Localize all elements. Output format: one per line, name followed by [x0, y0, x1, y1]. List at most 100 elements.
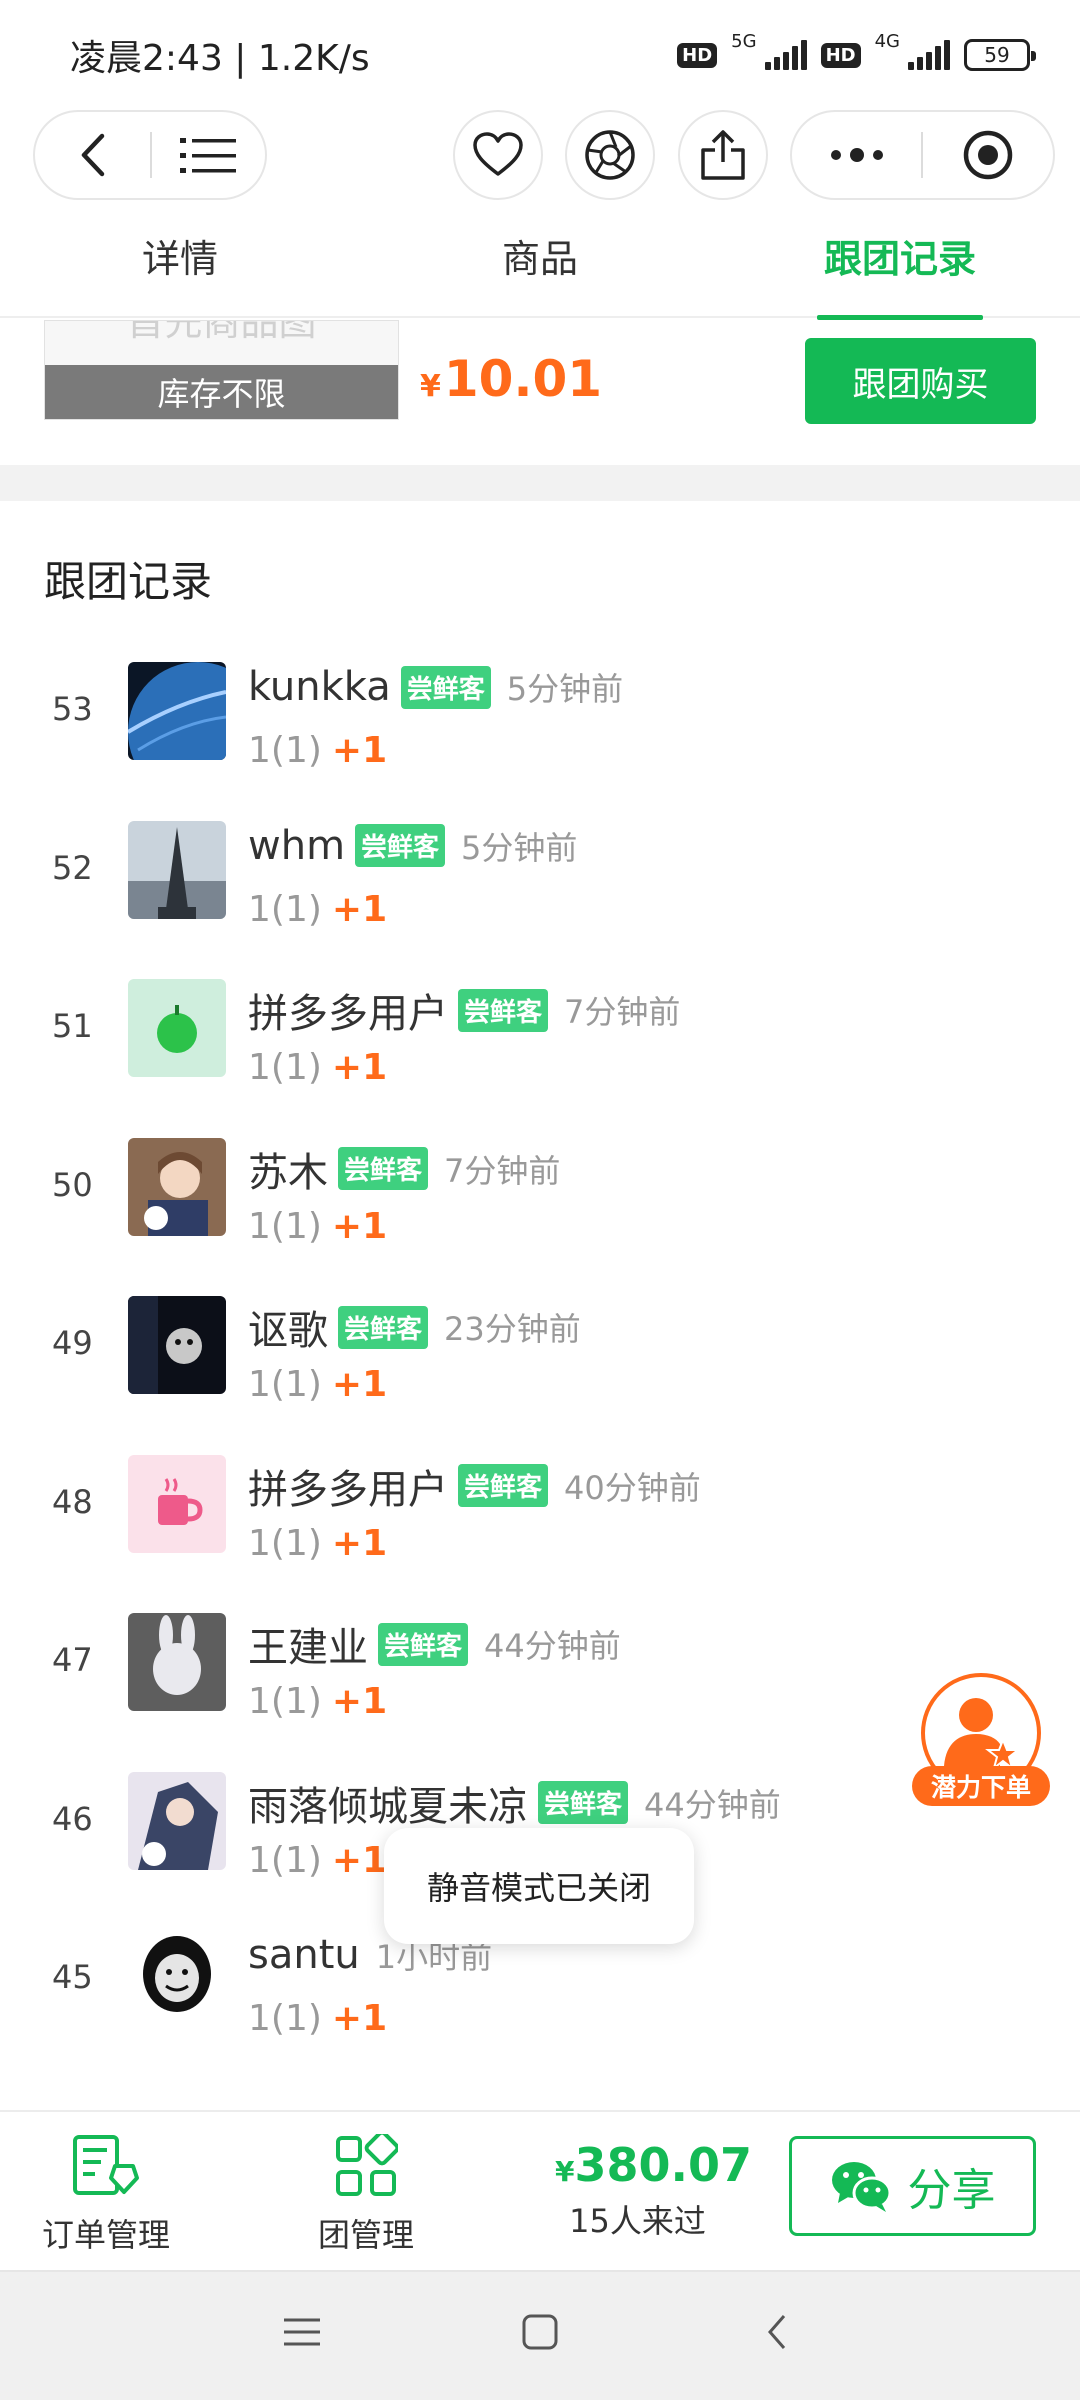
product-price: ¥10.01 [420, 350, 602, 408]
group-management-button[interactable]: 团管理 [306, 2130, 426, 2256]
total-amount: ¥380.07 [555, 2138, 752, 2192]
visitor-count: 15人来过 [569, 2202, 706, 2240]
more-button[interactable] [792, 110, 921, 200]
recent-apps-button[interactable] [282, 2312, 322, 2356]
avatar[interactable] [128, 1930, 226, 2028]
avatar[interactable] [128, 1296, 226, 1394]
status-bar: 凌晨2:43 | 1.2K/s HD 5G HD 4G 59 [0, 0, 1080, 110]
camera-button[interactable] [565, 110, 655, 200]
record-plus-count: +1 [331, 1205, 388, 1247]
record-plus-count: +1 [331, 1364, 388, 1405]
record-qty-value: 1(1) [248, 1047, 322, 1088]
back-button[interactable] [35, 110, 150, 200]
record-time: 5分钟前 [461, 828, 578, 867]
share-top-button[interactable] [678, 110, 768, 200]
tab-group-records[interactable]: 跟团记录 [817, 228, 983, 320]
network-type-label: 5G [731, 30, 757, 52]
signal-icon [908, 40, 950, 70]
menu-button[interactable] [152, 110, 265, 200]
aperture-icon [585, 130, 635, 180]
order-management-button[interactable]: 订单管理 [36, 2134, 176, 2256]
battery-level: 59 [984, 43, 1010, 67]
record-plus-count: +1 [331, 1839, 388, 1881]
order-document-icon [73, 2135, 139, 2195]
record-time: 23分钟前 [444, 1310, 581, 1348]
record-row[interactable]: 52 whm 尝鲜客 5分钟前 1(1) +1 [0, 809, 1080, 959]
record-tag-badge: 尝鲜客 [338, 1305, 429, 1349]
square-home-icon [522, 2314, 558, 2350]
favorite-button[interactable] [453, 110, 543, 200]
record-tag-badge: 尝鲜客 [338, 1147, 429, 1190]
signal-icon [764, 40, 807, 70]
tab-products[interactable]: 商品 [498, 228, 582, 318]
record-header: 雨落倾城夏未凉 尝鲜客 44分钟前 [248, 1774, 781, 1832]
record-quantity: 1(1) +1 [248, 1364, 387, 1405]
home-button[interactable] [520, 2312, 560, 2356]
share-label: 分享 [907, 2165, 996, 2216]
record-header: 王建业 尝鲜客 44分钟前 [248, 1615, 621, 1673]
avatar[interactable] [128, 1454, 226, 1553]
record-time: 44分钟前 [644, 1785, 781, 1824]
battery-icon: 59 [964, 39, 1036, 71]
avatar[interactable] [128, 1613, 226, 1711]
record-row[interactable]: 49 讴歌 尝鲜客 23分钟前 1(1) +1 [0, 1284, 1080, 1434]
join-group-buy-button[interactable]: 跟团购买 [805, 338, 1036, 424]
record-plus-count: +1 [331, 1047, 388, 1088]
product-image[interactable]: 首先商品图 库存不限 [44, 320, 399, 420]
record-user-name: kunkka [248, 664, 391, 710]
record-qty-value: 1(1) [248, 1681, 322, 1722]
record-number: 53 [52, 690, 93, 728]
avatar[interactable] [128, 820, 226, 919]
currency-symbol: ¥ [555, 2155, 575, 2188]
system-nav-bar [0, 2270, 1080, 2400]
status-time-speed: 凌晨2:43 | 1.2K/s [70, 38, 370, 79]
avatar[interactable] [128, 1137, 226, 1236]
avatar[interactable] [128, 1771, 226, 1870]
heart-icon [473, 132, 523, 176]
record-row[interactable]: 50 苏木 尝鲜客 7分钟前 1(1) +1 [0, 1126, 1080, 1276]
record-qty-value: 1(1) [248, 888, 322, 930]
tab-details[interactable]: 详情 [138, 228, 222, 318]
record-row[interactable]: 51 拼多多用户 尝鲜客 7分钟前 1(1) +1 [0, 967, 1080, 1117]
record-user-name: santu [248, 1932, 360, 1978]
potential-order-badge[interactable]: 潜力下单 [912, 1670, 1050, 1810]
share-button[interactable]: 分享 [789, 2136, 1036, 2236]
record-plus-count: +1 [331, 730, 388, 771]
avatar[interactable] [128, 662, 226, 760]
record-time: 7分钟前 [444, 1151, 561, 1190]
total-value: 380.07 [574, 2138, 752, 2192]
record-tag-badge: 尝鲜客 [378, 1622, 469, 1666]
records-title: 跟团记录 [44, 557, 213, 606]
list-menu-icon [180, 138, 237, 173]
product-image-placeholder-text: 首先商品图 [126, 320, 317, 344]
record-number: 52 [52, 848, 93, 887]
record-row[interactable]: 48 拼多多用户 尝鲜客 40分钟前 1(1) +1 [0, 1443, 1080, 1593]
record-time: 7分钟前 [564, 993, 681, 1031]
record-quantity: 1(1) +1 [248, 730, 387, 771]
record-qty-value: 1(1) [248, 1364, 322, 1405]
avatar[interactable] [128, 979, 226, 1077]
record-tag-badge: 尝鲜客 [538, 1781, 629, 1824]
grid-apps-icon [336, 2130, 400, 2196]
record-quantity: 1(1) +1 [248, 1998, 387, 2039]
record-number: 48 [52, 1482, 93, 1521]
record-quantity: 1(1) +1 [248, 1840, 387, 1881]
record-time: 44分钟前 [484, 1627, 621, 1665]
record-time: 40分钟前 [564, 1468, 701, 1507]
status-indicators: HD 5G HD 4G 59 [677, 31, 1036, 71]
toast-message: 静音模式已关闭 [384, 1828, 694, 1944]
record-qty-value: 1(1) [248, 730, 322, 771]
record-row[interactable]: 53 kunkka 尝鲜客 5分钟前 1(1) +1 [0, 650, 1080, 800]
record-header: 讴歌 尝鲜客 23分钟前 [248, 1298, 581, 1356]
system-back-button[interactable] [758, 2312, 798, 2356]
hd-badge: HD [820, 42, 861, 68]
record-number: 51 [52, 1007, 93, 1045]
record-header: 拼多多用户 尝鲜客 7分钟前 [248, 981, 680, 1039]
hamburger-icon [284, 2318, 320, 2346]
record-plus-count: +1 [331, 888, 388, 930]
record-tag-badge: 尝鲜客 [400, 665, 491, 709]
close-miniprogram-button[interactable] [923, 110, 1053, 200]
record-qty-value: 1(1) [248, 1205, 322, 1247]
chevron-left-icon [768, 2315, 786, 2349]
hd-badge: HD [677, 42, 718, 68]
